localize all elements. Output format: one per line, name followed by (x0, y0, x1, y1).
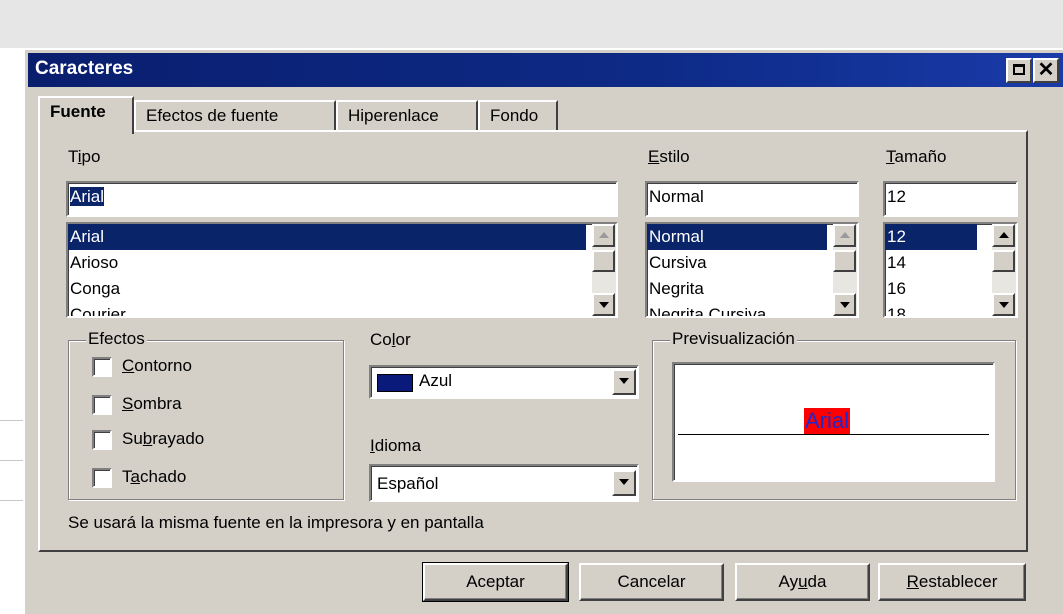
list-item[interactable]: 16 (885, 276, 977, 302)
tipo-input[interactable]: Arial (66, 181, 618, 217)
tipo-listbox[interactable]: Arial Arioso Conga Courier (66, 222, 618, 318)
scroll-thumb[interactable] (592, 250, 615, 272)
chevron-down-icon (619, 378, 629, 384)
idioma-select-value: Español (377, 474, 439, 493)
contorno-label: Contorno (122, 356, 192, 375)
list-item[interactable]: 14 (885, 250, 977, 276)
arrow-up-icon (839, 232, 850, 238)
sombra-label: Sombra (122, 394, 182, 413)
cancelar-button[interactable]: Cancelar (579, 563, 724, 601)
arrow-down-icon (839, 302, 850, 308)
preview-box: Arial (672, 362, 995, 482)
tab-hiperenlace[interactable]: Hiperenlace (336, 100, 478, 130)
idioma-dropdown-button[interactable] (612, 470, 636, 496)
color-label: Color (370, 330, 411, 349)
tamano-scrollbar[interactable] (992, 224, 1016, 316)
scroll-down-button[interactable] (592, 293, 615, 316)
arrow-up-icon (998, 232, 1009, 238)
previsualizacion-group-label: Previsualización (670, 329, 797, 349)
chevron-down-icon (619, 479, 629, 485)
idioma-select[interactable]: Español (369, 464, 639, 502)
estilo-listbox[interactable]: Normal Cursiva Negrita Negrita Cursiva (645, 222, 859, 318)
tamano-listbox[interactable]: 12 14 16 18 (883, 222, 1018, 318)
close-icon: ✕ (1037, 59, 1055, 81)
arrow-down-icon (998, 302, 1009, 308)
estilo-scrollbar[interactable] (833, 224, 857, 316)
subrayado-label: Subrayado (122, 429, 205, 448)
tamano-input[interactable]: 12 (883, 181, 1018, 217)
close-button[interactable]: ✕ (1033, 58, 1059, 83)
contorno-checkbox[interactable] (92, 357, 112, 377)
scroll-down-button[interactable] (833, 293, 856, 316)
scroll-thumb[interactable] (992, 250, 1015, 272)
list-item[interactable]: 18 (885, 302, 977, 316)
maximize-button[interactable] (1006, 58, 1032, 83)
list-item[interactable]: Conga (68, 276, 586, 302)
preview-sample-text: Arial (804, 408, 851, 434)
list-item[interactable]: Negrita (647, 276, 827, 302)
aceptar-button[interactable]: Aceptar (422, 562, 569, 602)
estilo-label: Estilo (648, 147, 690, 166)
tab-label: Fuente (50, 102, 106, 121)
tachado-label: Tachado (122, 467, 187, 486)
ayuda-button[interactable]: Ayuda (735, 563, 870, 601)
scroll-up-button[interactable] (833, 224, 856, 247)
list-item[interactable]: Arial (68, 224, 586, 250)
tipo-label: Tipo (68, 147, 101, 166)
dialog-title: Caracteres (35, 58, 134, 79)
tab-label: Fondo (490, 106, 539, 125)
efectos-group-label: Efectos (86, 329, 147, 349)
tab-efectos-de-fuente[interactable]: Efectos de fuente (134, 100, 336, 130)
arrow-down-icon (598, 302, 609, 308)
scroll-thumb[interactable] (833, 250, 856, 272)
estilo-input-value: Normal (649, 187, 704, 206)
tachado-checkbox[interactable] (92, 468, 112, 488)
background-rule (0, 500, 23, 501)
list-item[interactable]: Cursiva (647, 250, 827, 276)
arrow-up-icon (598, 232, 609, 238)
font-note: Se usará la misma fuente en la impresora… (68, 513, 484, 532)
dialog-titlebar[interactable] (28, 53, 1063, 87)
list-item[interactable]: Arioso (68, 250, 586, 276)
tipo-input-value: Arial (70, 187, 105, 206)
background-toolbar-area (0, 0, 1063, 48)
scroll-up-button[interactable] (592, 224, 615, 247)
maximize-icon (1013, 64, 1025, 75)
list-item[interactable]: 12 (885, 224, 977, 250)
tipo-scrollbar[interactable] (592, 224, 616, 316)
tab-label: Efectos de fuente (146, 106, 279, 125)
color-swatch (377, 374, 413, 392)
subrayado-checkbox[interactable] (92, 430, 112, 450)
background-rule (0, 460, 23, 461)
restablecer-button[interactable]: Restablecer (878, 563, 1026, 601)
scroll-up-button[interactable] (992, 224, 1015, 247)
tamano-input-value: 12 (887, 187, 906, 206)
estilo-input[interactable]: Normal (645, 181, 859, 217)
color-dropdown-button[interactable] (612, 369, 636, 395)
list-item[interactable]: Negrita Cursiva (647, 302, 827, 316)
scroll-down-button[interactable] (992, 293, 1015, 316)
tab-fondo[interactable]: Fondo (478, 100, 558, 130)
background-rule (0, 420, 23, 421)
active-tab-joint (40, 129, 132, 134)
list-item[interactable]: Courier (68, 302, 586, 316)
color-select[interactable]: Azul (369, 365, 639, 399)
tab-label: Hiperenlace (348, 106, 439, 125)
sombra-checkbox[interactable] (92, 395, 112, 415)
tamano-label: Tamaño (886, 147, 947, 166)
list-item[interactable]: Normal (647, 224, 827, 250)
idioma-label: Idioma (370, 436, 422, 455)
color-select-value: Azul (419, 371, 453, 390)
preview-baseline (678, 434, 989, 435)
